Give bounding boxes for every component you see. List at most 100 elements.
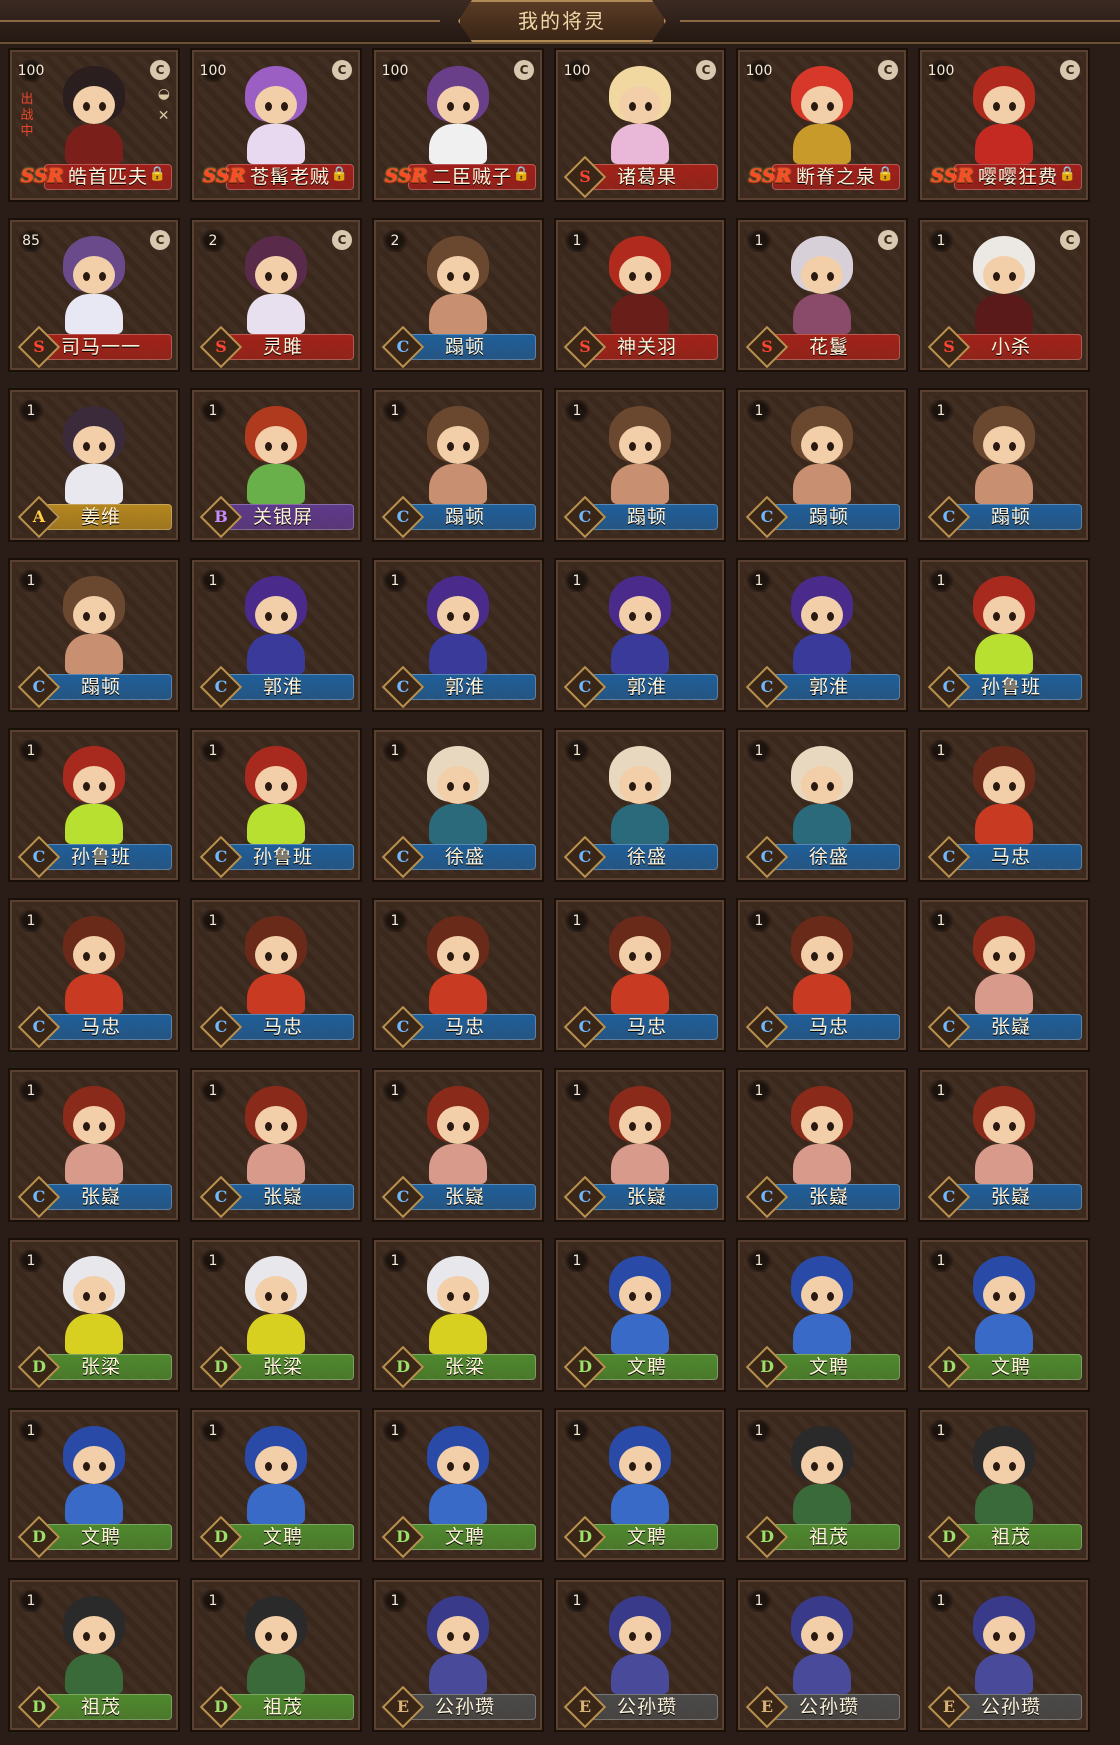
spirit-card[interactable]: 1 徐盛 C [554, 728, 726, 882]
portrait-eye [447, 1632, 454, 1641]
spirit-card[interactable]: 1 神关羽 S [554, 218, 726, 372]
portrait-body [65, 124, 123, 164]
spirit-card[interactable]: 1 文聘 D [736, 1238, 908, 1392]
spirit-card[interactable]: 1 张梁 D [372, 1238, 544, 1392]
level-badge: 1 [926, 740, 956, 762]
character-portrait [959, 400, 1049, 504]
spirit-card[interactable]: 1 公孙瓒 E [554, 1578, 726, 1732]
spirit-card[interactable]: 1 文聘 D [8, 1408, 180, 1562]
level-badge: 1 [926, 1250, 956, 1272]
level-badge: 1 [562, 1420, 592, 1442]
portrait-face [255, 1276, 297, 1314]
level-badge: 1 [380, 740, 410, 762]
portrait-body [975, 974, 1033, 1014]
spirit-card[interactable]: 1 文聘 D [190, 1408, 362, 1562]
spirit-card[interactable]: 1 徐盛 C [736, 728, 908, 882]
portrait-face [437, 1276, 479, 1314]
spirit-card[interactable]: 1 徐盛 C [372, 728, 544, 882]
grade-badge: SSR [748, 162, 792, 190]
spirit-card[interactable]: 1 马忠 C [8, 898, 180, 1052]
spirit-card[interactable]: 1 姜维 A [8, 388, 180, 542]
spirit-card[interactable]: 1 郭淮 C [554, 558, 726, 712]
spirit-card[interactable]: 1 张嶷 C [8, 1068, 180, 1222]
portrait-eye [1009, 952, 1016, 961]
spirit-card[interactable]: 1 关银屏 B [190, 388, 362, 542]
portrait-eye [83, 442, 90, 451]
portrait-body [793, 1144, 851, 1184]
spirit-card[interactable]: 100 C ◒ ✕ 出战中 皓首匹夫 SSR 🔒 [8, 48, 180, 202]
spirit-card[interactable]: 1 祖茂 D [918, 1408, 1090, 1562]
spirit-card[interactable]: 1 孙鲁班 C [918, 558, 1090, 712]
character-portrait [49, 60, 139, 164]
spirit-card[interactable]: 100 C 二臣贼子 SSR 🔒 [372, 48, 544, 202]
spirit-card[interactable]: 1 马忠 C [736, 898, 908, 1052]
spirit-card[interactable]: 1 郭淮 C [372, 558, 544, 712]
spirit-card[interactable]: 1 蹋顿 C [918, 388, 1090, 542]
character-portrait [49, 1080, 139, 1184]
spirit-card[interactable]: 1 文聘 D [918, 1238, 1090, 1392]
spirit-card[interactable]: 1 文聘 D [554, 1238, 726, 1392]
spirit-card[interactable]: 100 C 苍髯老贼 SSR 🔒 [190, 48, 362, 202]
spirit-card[interactable]: 1 孙鲁班 C [190, 728, 362, 882]
spirit-card[interactable]: 1 蹋顿 C [736, 388, 908, 542]
character-portrait [231, 1250, 321, 1354]
spirit-card[interactable]: 1 马忠 C [372, 898, 544, 1052]
spirit-card[interactable]: 1 文聘 D [372, 1408, 544, 1562]
spirit-card[interactable]: 1 马忠 C [554, 898, 726, 1052]
spirit-card[interactable]: 1 C 小杀 S [918, 218, 1090, 372]
spirit-card[interactable]: 1 张嶷 C [736, 1068, 908, 1222]
spirit-card[interactable]: 1 文聘 D [554, 1408, 726, 1562]
spirit-card[interactable]: 1 祖茂 D [736, 1408, 908, 1562]
portrait-eye [827, 612, 834, 621]
spirit-card[interactable]: 1 公孙瓒 E [736, 1578, 908, 1732]
currency-icon: C [150, 230, 170, 250]
spirit-card[interactable]: 1 张梁 D [8, 1238, 180, 1392]
level-badge: 1 [926, 1590, 956, 1612]
spirit-card[interactable]: 1 郭淮 C [736, 558, 908, 712]
spirit-card[interactable]: 1 张嶷 C [372, 1068, 544, 1222]
spirit-card[interactable]: 1 马忠 C [190, 898, 362, 1052]
currency-icon: C [878, 230, 898, 250]
spirit-card[interactable]: 1 孙鲁班 C [8, 728, 180, 882]
portrait-eye [281, 102, 288, 111]
spirit-card[interactable]: 1 公孙瓒 E [918, 1578, 1090, 1732]
spirit-card[interactable]: 1 祖茂 D [8, 1578, 180, 1732]
portrait-body [611, 974, 669, 1014]
portrait-face [437, 86, 479, 124]
spirit-card[interactable]: 1 郭淮 C [190, 558, 362, 712]
spirit-card[interactable]: 1 张嶷 C [918, 898, 1090, 1052]
spirit-card[interactable]: 100 C 断脊之泉 SSR 🔒 [736, 48, 908, 202]
portrait-face [255, 1616, 297, 1654]
spirit-card[interactable]: 2 蹋顿 C [372, 218, 544, 372]
spirit-card[interactable]: 1 马忠 C [918, 728, 1090, 882]
portrait-eye [99, 102, 106, 111]
spirit-card[interactable]: 1 张嶷 C [918, 1068, 1090, 1222]
level-badge: 1 [926, 570, 956, 592]
spirit-card[interactable]: 85 C 司马一一 S [8, 218, 180, 372]
portrait-eye [993, 1292, 1000, 1301]
spirit-card[interactable]: 100 C 诸葛果 S [554, 48, 726, 202]
spirit-card[interactable]: 1 张梁 D [190, 1238, 362, 1392]
portrait-eye [645, 442, 652, 451]
portrait-eye [463, 272, 470, 281]
portrait-face [801, 426, 843, 464]
level-badge: 1 [744, 740, 774, 762]
spirit-card[interactable]: 1 公孙瓒 E [372, 1578, 544, 1732]
spirit-card[interactable]: 1 蹋顿 C [554, 388, 726, 542]
grade-label: C [396, 1187, 410, 1206]
spirit-card[interactable]: 1 张嶷 C [554, 1068, 726, 1222]
currency-icon: C [878, 60, 898, 80]
portrait-face [437, 1446, 479, 1484]
spirit-card[interactable]: 1 蹋顿 C [8, 558, 180, 712]
spirit-card[interactable]: 1 祖茂 D [190, 1578, 362, 1732]
spirit-card[interactable]: 1 张嶷 C [190, 1068, 362, 1222]
spirit-card[interactable]: 1 蹋顿 C [372, 388, 544, 542]
spirit-card[interactable]: 100 C 嘤嘤狂费 SSR 🔒 [918, 48, 1090, 202]
portrait-body [65, 1484, 123, 1524]
grade-label: SSR [20, 165, 64, 187]
spirit-card[interactable]: 1 C 花鬘 S [736, 218, 908, 372]
portrait-body [975, 464, 1033, 504]
portrait-eye [993, 1632, 1000, 1641]
character-portrait [413, 1250, 503, 1354]
spirit-card[interactable]: 2 C 灵雎 S [190, 218, 362, 372]
